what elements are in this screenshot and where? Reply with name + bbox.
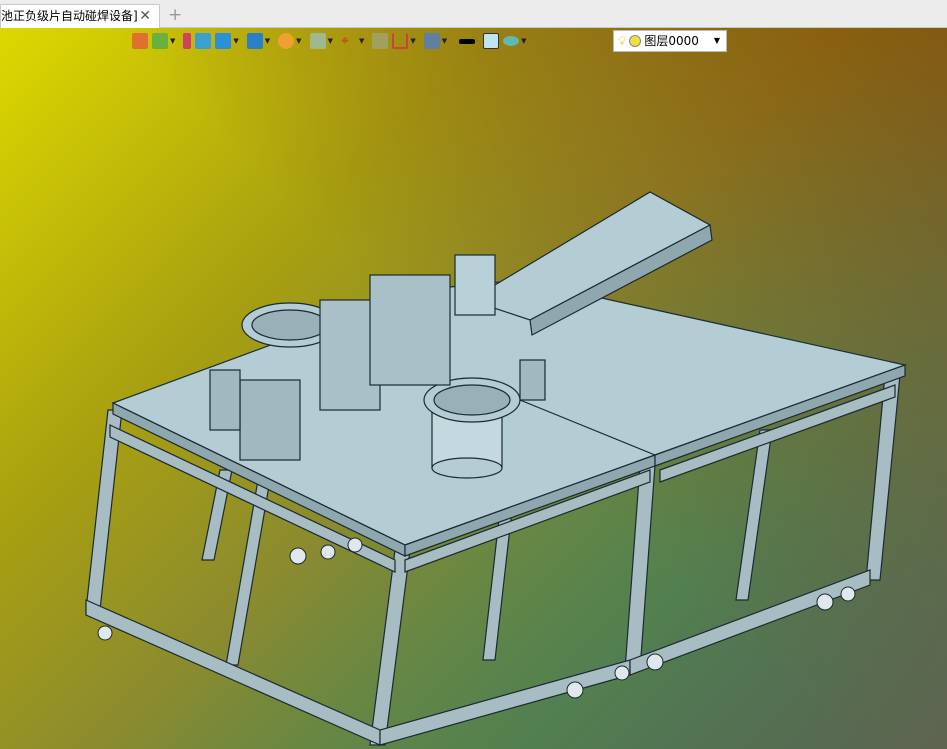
chevron-down-icon[interactable]: ▼ (410, 37, 415, 45)
tab-title: 池正负级片自动碰焊设备] (1, 9, 138, 23)
chevron-down-icon[interactable]: ▼ (359, 37, 364, 45)
3d-viewport[interactable] (0, 28, 947, 749)
brush-icon[interactable] (183, 33, 192, 49)
view-cube-icon[interactable] (246, 33, 263, 49)
coordinate-axis-icon[interactable]: ⌖ (341, 33, 357, 49)
sketch-color-icon[interactable] (152, 33, 168, 49)
chevron-down-icon[interactable]: ▼ (233, 37, 238, 45)
fill-color-icon[interactable] (483, 33, 500, 49)
chevron-down-icon[interactable]: ▼ (170, 37, 175, 45)
exit-sketch-icon[interactable] (132, 33, 148, 49)
layer-name: 图层0000 (644, 34, 699, 48)
lightbulb-icon[interactable]: 💡︎ (618, 31, 626, 51)
render-style-icon[interactable] (278, 33, 295, 49)
plus-icon[interactable]: + (168, 4, 182, 26)
layer-stack-icon[interactable] (503, 36, 520, 46)
dimension-icon[interactable] (392, 33, 409, 49)
line-weight-icon[interactable] (459, 38, 476, 44)
chevron-down-icon[interactable]: ▼ (714, 31, 720, 51)
machine-model (85, 191, 908, 746)
toolbar: ▼ ▼ ▼ ▼ ▼ ⌖ ▼ ▼ ▼ ▼ (132, 30, 531, 52)
chevron-down-icon[interactable]: ▼ (265, 37, 270, 45)
tab-bar: 池正负级片自动碰焊设备] ✕ + (0, 0, 947, 28)
chevron-down-icon[interactable]: ▼ (296, 37, 301, 45)
section-view-icon[interactable] (309, 33, 326, 49)
chevron-down-icon[interactable]: ▼ (328, 37, 333, 45)
layer-select[interactable]: 💡︎ 图层0000 ▼ (613, 30, 727, 52)
display-monitor-icon[interactable] (423, 33, 440, 49)
image-icon[interactable] (372, 33, 389, 49)
solid-cube-icon[interactable] (215, 33, 232, 49)
chevron-down-icon[interactable]: ▼ (521, 37, 526, 45)
extrude-box-icon[interactable] (195, 33, 212, 49)
document-tab[interactable]: 池正负级片自动碰焊设备] ✕ (0, 4, 160, 28)
chevron-down-icon[interactable]: ▼ (442, 37, 447, 45)
close-icon[interactable]: ✕ (139, 5, 151, 27)
sun-icon[interactable] (629, 35, 642, 47)
